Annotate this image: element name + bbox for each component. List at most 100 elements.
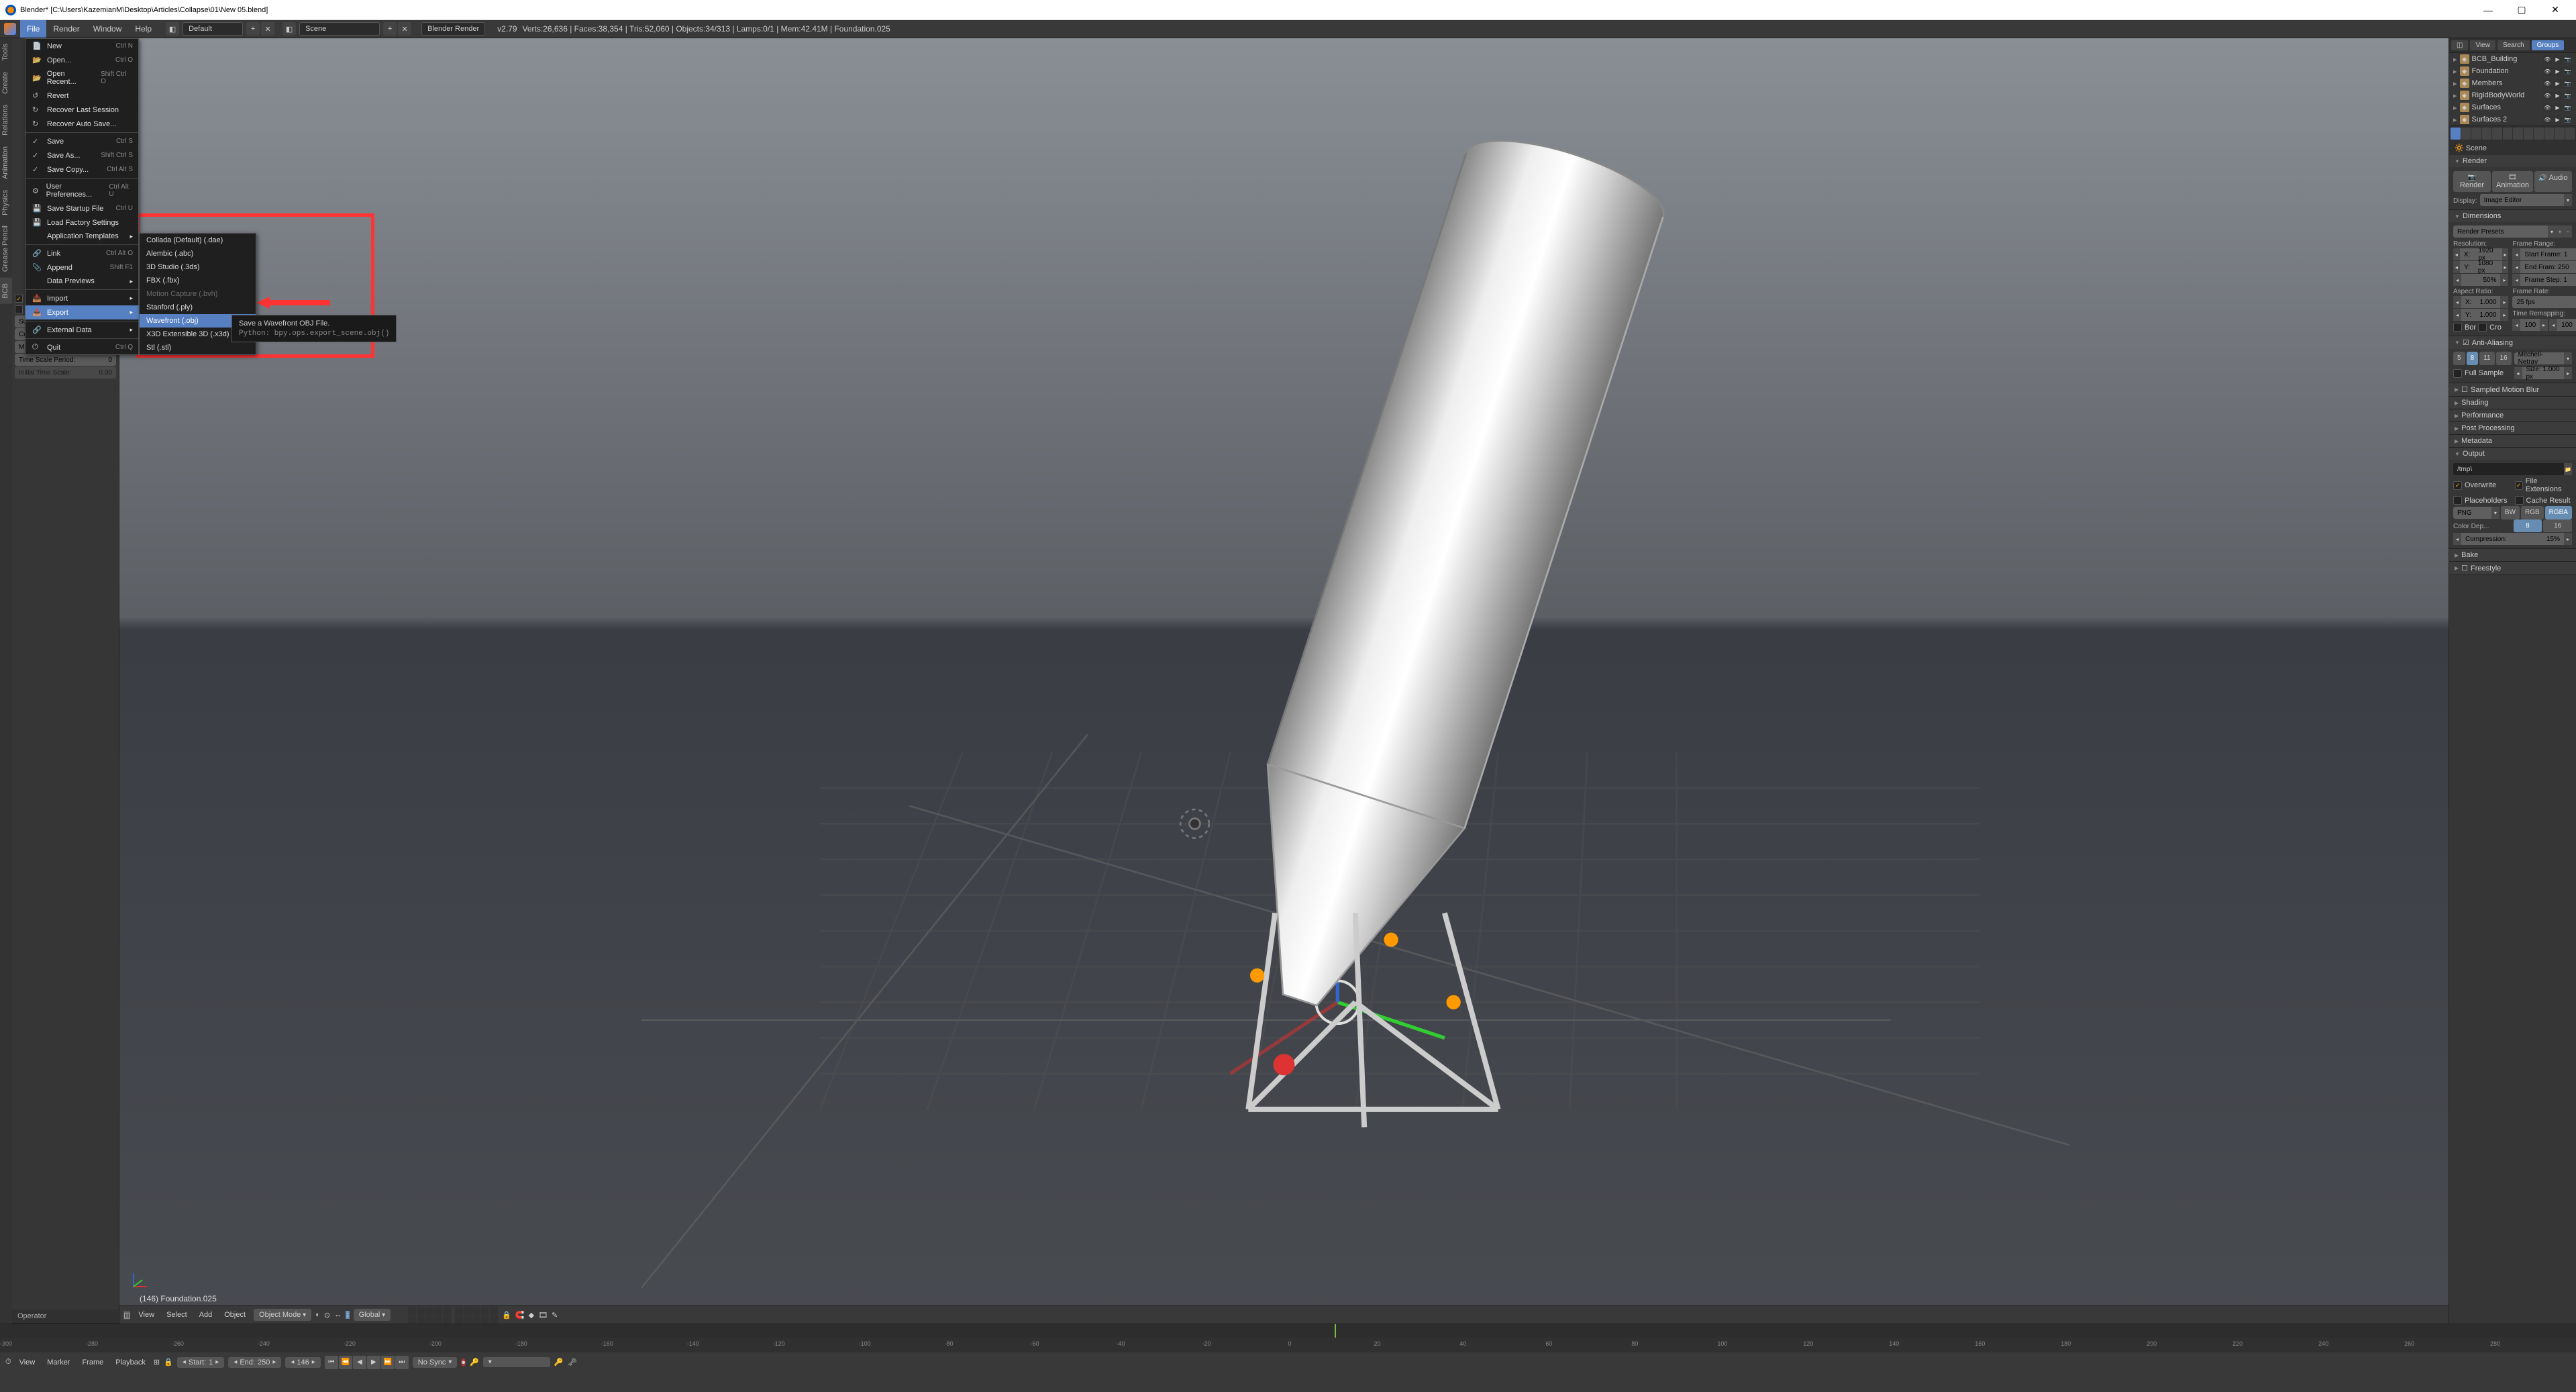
initial-time-scale-field[interactable]: Initial Time Scale:0.00 bbox=[15, 366, 116, 379]
outliner-search[interactable]: Search bbox=[2497, 40, 2530, 50]
export-menu-item[interactable]: Stanford (.ply) bbox=[140, 301, 256, 314]
tab-grease-pencil[interactable]: Grease Pencil bbox=[0, 220, 12, 277]
outliner-item[interactable]: ▸◆Foundation👁▶📷 bbox=[2449, 65, 2576, 77]
panel-dim-header[interactable]: Dimensions bbox=[2449, 210, 2576, 222]
tl-view[interactable]: View bbox=[15, 1358, 40, 1366]
file-menu-item[interactable]: 📥Import▸ bbox=[25, 291, 140, 305]
tab-modifiers-icon[interactable] bbox=[2513, 128, 2523, 140]
file-menu-item[interactable]: ✓SaveCtrl S bbox=[25, 134, 140, 148]
jump-end-button[interactable]: ⏭ bbox=[395, 1356, 409, 1369]
scene-field[interactable]: Scene bbox=[299, 22, 380, 36]
file-menu-item[interactable]: 📂Open Recent...Shift Ctrl O bbox=[25, 67, 140, 89]
outliner-view[interactable]: View bbox=[2470, 40, 2495, 50]
outliner-item[interactable]: ▸◆Surfaces👁▶📷 bbox=[2449, 101, 2576, 113]
tab-world-icon[interactable] bbox=[2482, 128, 2492, 140]
lock-time-icon[interactable]: 🔒 bbox=[164, 1358, 173, 1366]
renderable-icon[interactable]: 📷 bbox=[2563, 67, 2572, 76]
file-menu-item[interactable]: 📤Export▸ bbox=[25, 305, 140, 319]
format-select[interactable]: PNG▾ bbox=[2453, 507, 2500, 519]
tab-animation[interactable]: Animation bbox=[0, 141, 12, 185]
menu-window[interactable]: Window bbox=[87, 20, 129, 38]
aa-5[interactable]: 5 bbox=[2453, 352, 2465, 365]
checkbox-icon[interactable] bbox=[15, 305, 23, 313]
tab-physics[interactable]: Physics bbox=[0, 185, 12, 221]
file-menu-item[interactable]: 💾Save Startup FileCtrl U bbox=[25, 201, 140, 215]
vh-select[interactable]: Select bbox=[162, 1311, 191, 1319]
manipulator-icon[interactable]: ↔ bbox=[334, 1311, 342, 1319]
export-menu-item[interactable]: Collada (Default) (.dae) bbox=[140, 234, 256, 247]
export-menu-item[interactable]: 3D Studio (.3ds) bbox=[140, 260, 256, 274]
menu-render[interactable]: Render bbox=[46, 20, 86, 38]
tab-physics-icon[interactable] bbox=[2565, 128, 2575, 140]
screen-layout-field[interactable]: Default bbox=[183, 22, 243, 36]
depth-8[interactable]: 8 bbox=[2514, 519, 2542, 532]
tab-object-icon[interactable] bbox=[2492, 128, 2502, 140]
lock-camera-icon[interactable]: 🔒 bbox=[502, 1311, 511, 1320]
play-reverse-button[interactable]: ◀ bbox=[353, 1356, 366, 1369]
start-frame-field[interactable]: ◂Start Frame: 1▸ bbox=[2512, 248, 2576, 260]
tab-bcb[interactable]: BCB bbox=[0, 278, 12, 304]
aa-11[interactable]: 11 bbox=[2479, 352, 2494, 365]
timeline[interactable]: -300-280-260-240-220-200-180-160-140-120… bbox=[0, 1324, 2576, 1352]
renderable-icon[interactable]: 📷 bbox=[2563, 91, 2572, 100]
editor-type-icon[interactable]: ◫ bbox=[123, 1311, 130, 1320]
end-frame-field[interactable]: ◂End Fram: 250▸ bbox=[2512, 261, 2576, 273]
visibility-icon[interactable]: 👁 bbox=[2543, 79, 2552, 88]
file-menu-item[interactable]: ✓Save As...Shift Ctrl S bbox=[25, 148, 140, 162]
renderable-icon[interactable]: 📷 bbox=[2563, 79, 2572, 88]
renderable-icon[interactable]: 📷 bbox=[2563, 115, 2572, 124]
tab-relations[interactable]: Relations bbox=[0, 99, 12, 141]
tab-particles-icon[interactable] bbox=[2555, 128, 2565, 140]
manipulator-translate-icon[interactable]: ↕ bbox=[346, 1311, 350, 1319]
frame-step-field[interactable]: ◂Frame Step: 1▸ bbox=[2512, 274, 2576, 286]
compression-field[interactable]: ◂Compression:15%▸ bbox=[2453, 533, 2572, 545]
selectable-icon[interactable]: ▶ bbox=[2553, 79, 2562, 88]
vh-add[interactable]: Add bbox=[195, 1311, 217, 1319]
minimize-button[interactable]: — bbox=[2473, 0, 2504, 20]
visibility-icon[interactable]: 👁 bbox=[2543, 55, 2552, 64]
file-menu-item[interactable]: ↻Recover Last Session bbox=[25, 103, 140, 117]
tab-tools[interactable]: Tools bbox=[0, 38, 12, 66]
visibility-icon[interactable]: 👁 bbox=[2543, 103, 2552, 112]
export-menu-item[interactable]: Stl (.stl) bbox=[140, 341, 256, 354]
selectable-icon[interactable]: ▶ bbox=[2553, 67, 2562, 76]
aspect-x-field[interactable]: ◂X:1.000▸ bbox=[2453, 296, 2508, 308]
file-menu-item[interactable]: 📄NewCtrl N bbox=[25, 39, 140, 53]
timeline-editor-icon[interactable]: ⏱ bbox=[5, 1358, 11, 1366]
close-button[interactable]: ✕ bbox=[2540, 0, 2571, 20]
export-menu-item[interactable]: Alembic (.abc) bbox=[140, 247, 256, 260]
file-menu-item[interactable]: ⚙User Preferences...Ctrl Alt U bbox=[25, 180, 140, 201]
use-preview-range-icon[interactable]: ⊞ bbox=[154, 1358, 160, 1366]
aspect-y-field[interactable]: ◂Y:1.000▸ bbox=[2453, 309, 2508, 321]
frame-rate-select[interactable]: 25 fps▾ bbox=[2512, 296, 2576, 308]
visibility-icon[interactable]: 👁 bbox=[2543, 67, 2552, 76]
blender-icon[interactable] bbox=[4, 23, 16, 35]
aa-8[interactable]: 8 bbox=[2467, 352, 2479, 365]
keying-set-select[interactable]: ▾ bbox=[483, 1357, 550, 1367]
file-menu-item[interactable]: ⏻QuitCtrl Q bbox=[25, 340, 140, 354]
insert-keyframe-icon[interactable]: 🔑 bbox=[554, 1358, 564, 1366]
scene-del-button[interactable]: ✕ bbox=[398, 22, 411, 36]
file-menu-item[interactable]: 🔗LinkCtrl Alt O bbox=[25, 246, 140, 260]
auto-keyframe-icon[interactable]: ● bbox=[461, 1358, 466, 1366]
border-checkbox[interactable] bbox=[2453, 323, 2462, 332]
tab-texture-icon[interactable] bbox=[2544, 128, 2555, 140]
pivot-icon[interactable]: ⊙ bbox=[324, 1311, 330, 1320]
remap-old-field[interactable]: ◂100▸ bbox=[2512, 319, 2548, 331]
outliner-item[interactable]: ▸◆Members👁▶📷 bbox=[2449, 77, 2576, 89]
tab-data-icon[interactable] bbox=[2524, 128, 2534, 140]
export-menu-item[interactable]: Motion Capture (.bvh) bbox=[140, 287, 256, 301]
keying-set-icon[interactable]: 🔑 bbox=[470, 1358, 479, 1366]
operator-header[interactable]: Operator bbox=[12, 1309, 119, 1324]
3d-viewport[interactable]: (146) Foundation.025 ◫ View Select Add O… bbox=[119, 38, 2449, 1324]
gpencil-icon[interactable]: ✎ bbox=[552, 1311, 558, 1320]
tab-scene-icon[interactable] bbox=[2471, 128, 2481, 140]
props-tabs[interactable] bbox=[2449, 126, 2576, 141]
menu-help[interactable]: Help bbox=[128, 20, 158, 38]
export-menu-item[interactable]: FBX (.fbx) bbox=[140, 274, 256, 287]
outliner-item[interactable]: ▸◆RigidBodyWorld👁▶📷 bbox=[2449, 89, 2576, 101]
layer-buttons[interactable] bbox=[408, 1307, 498, 1324]
mode-select[interactable]: Object Mode ▾ bbox=[254, 1309, 311, 1321]
selectable-icon[interactable]: ▶ bbox=[2553, 91, 2562, 100]
rgba-button[interactable]: RGBA bbox=[2545, 506, 2572, 519]
